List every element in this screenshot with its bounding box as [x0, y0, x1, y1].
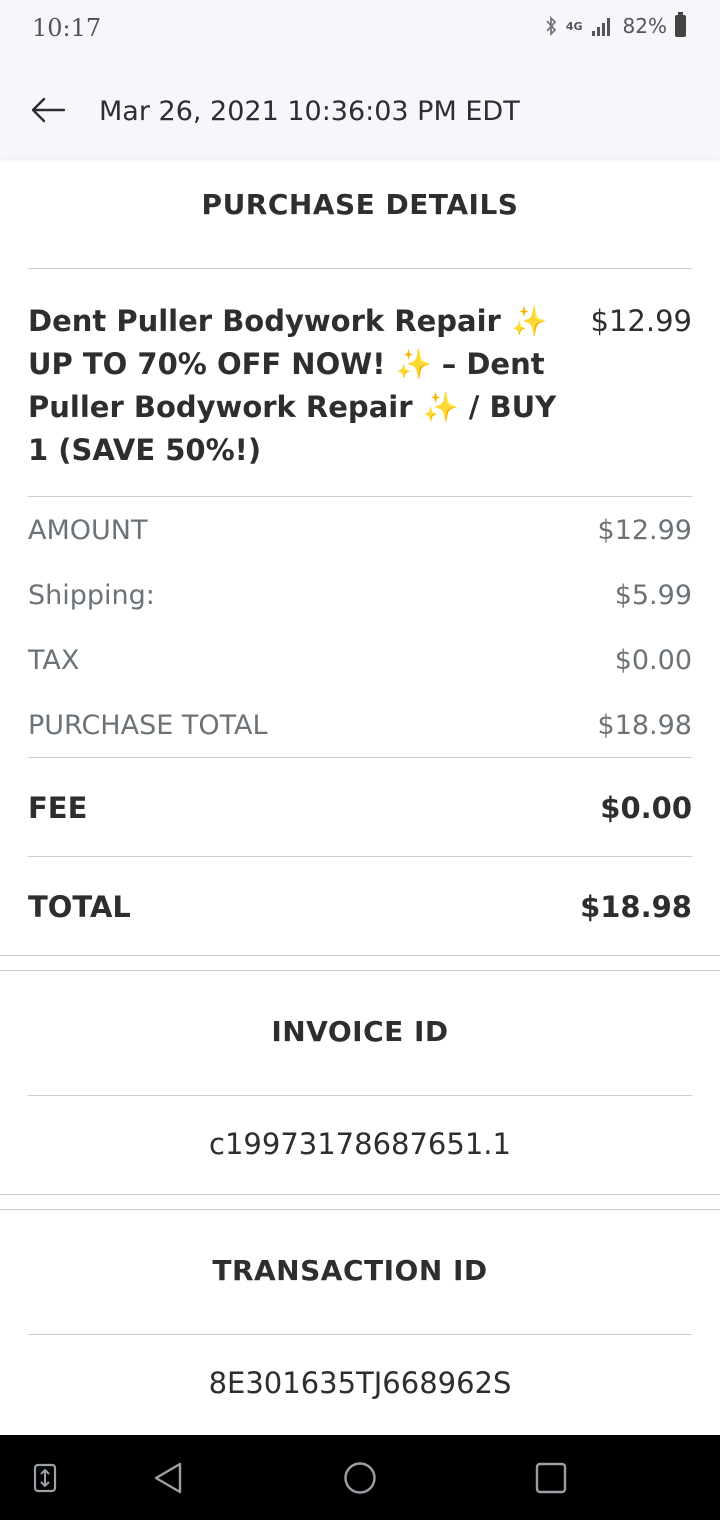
switch-apps-icon: [33, 1463, 57, 1493]
nav-back-button[interactable]: [143, 1455, 193, 1501]
back-arrow-icon: [31, 97, 66, 123]
switch-apps-button[interactable]: [20, 1455, 70, 1501]
section-divider: [0, 1194, 720, 1195]
item-price: $12.99: [590, 304, 692, 338]
bluetooth-icon: [546, 15, 557, 37]
shipping-label: Shipping:: [28, 579, 155, 611]
signal-icon: [591, 18, 610, 36]
transaction-id-title: TRANSACTION ID: [212, 1254, 488, 1287]
invoice-id-value: c19973178687651.1: [209, 1127, 511, 1161]
status-icons: 4G 82%: [544, 12, 686, 38]
purchase-total-label: PURCHASE TOTAL: [28, 709, 268, 741]
fee-value: $0.00: [600, 791, 692, 825]
tax-label: TAX: [28, 644, 80, 676]
nav-home-button[interactable]: [335, 1455, 385, 1501]
app-header: Mar 26, 2021 10:36:03 PM EDT: [0, 62, 720, 158]
system-nav-bar: [0, 1435, 720, 1520]
tax-row: TAX $0.00: [28, 640, 692, 680]
network-type: 4G: [565, 19, 583, 33]
item-name: Dent Puller Bodywork Repair ✨ UP TO 70% …: [28, 304, 557, 467]
invoice-id-title: INVOICE ID: [271, 1015, 449, 1048]
nav-recents-icon: [535, 1462, 567, 1494]
back-button[interactable]: [22, 88, 74, 132]
page-title: Mar 26, 2021 10:36:03 PM EDT: [99, 96, 520, 127]
divider: [28, 1334, 692, 1335]
divider: [28, 757, 692, 758]
total-value: $18.98: [580, 890, 692, 924]
battery-percent: 82%: [622, 14, 667, 38]
shipping-value: $5.99: [614, 579, 692, 611]
divider: [28, 856, 692, 857]
total-row: TOTAL $18.98: [28, 887, 692, 927]
tax-value: $0.00: [614, 644, 692, 676]
section-divider: [0, 1209, 720, 1210]
purchase-details-heading: PURCHASE DETAILS: [0, 188, 720, 221]
divider: [28, 1095, 692, 1096]
status-time: 10:17: [32, 14, 102, 42]
purchase-total-row: PURCHASE TOTAL $18.98: [28, 705, 692, 745]
nav-recents-button[interactable]: [526, 1455, 576, 1501]
amount-value: $12.99: [597, 514, 692, 546]
purchase-total-value: $18.98: [597, 709, 692, 741]
divider: [28, 268, 692, 269]
shipping-row: Shipping: $5.99: [28, 575, 692, 615]
amount-row: AMOUNT $12.99: [28, 510, 692, 550]
battery-icon: [675, 12, 686, 37]
fee-row: FEE $0.00: [28, 788, 692, 828]
nav-back-icon: [154, 1462, 182, 1494]
fee-label: FEE: [28, 791, 88, 825]
nav-home-icon: [344, 1462, 376, 1494]
transaction-id-value: 8E301635TJ668962S: [208, 1366, 512, 1400]
section-divider: [0, 955, 720, 956]
invoice-heading: INVOICE ID: [0, 1015, 720, 1048]
status-bar: 10:17 4G 82%: [0, 0, 720, 62]
section-divider: [0, 970, 720, 971]
total-label: TOTAL: [28, 890, 131, 924]
amount-label: AMOUNT: [28, 514, 148, 546]
purchase-details-title: PURCHASE DETAILS: [201, 188, 519, 221]
divider: [28, 496, 692, 497]
transaction-heading: TRANSACTION ID: [0, 1254, 710, 1287]
